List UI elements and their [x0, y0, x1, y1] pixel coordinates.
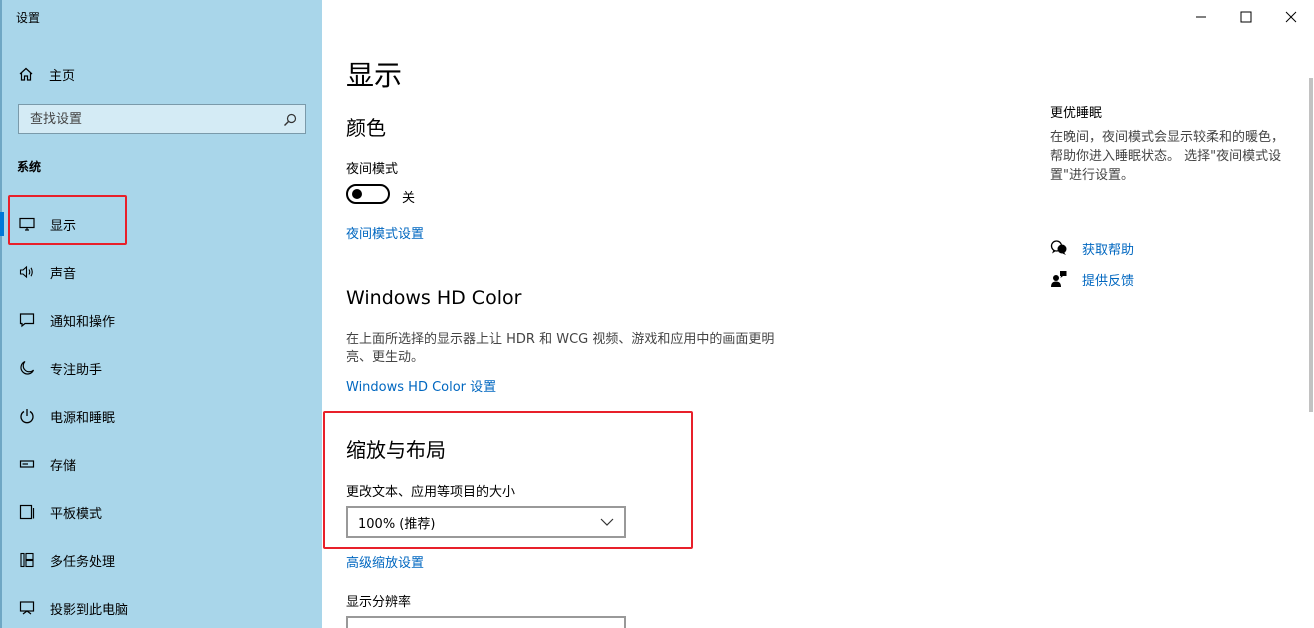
sidebar-item-label: 平板模式 — [50, 506, 103, 522]
tablet-icon — [18, 503, 36, 521]
sidebar-item-tablet-mode[interactable]: 平板模式 — [0, 488, 322, 536]
night-mode-state: 关 — [402, 191, 416, 206]
sidebar-item-notifications[interactable]: 通知和操作 — [0, 296, 322, 344]
get-help-label: 获取帮助 — [1082, 242, 1135, 258]
give-feedback-label: 提供反馈 — [1082, 273, 1135, 289]
sidebar-item-label: 专注助手 — [50, 362, 103, 378]
page-title: 显示 — [346, 59, 403, 92]
project-icon — [18, 599, 36, 617]
sidebar-item-storage[interactable]: 存储 — [0, 440, 322, 488]
hdr-description: 在上面所选择的显示器上让 HDR 和 WCG 视频、游戏和应用中的画面更明亮、更… — [346, 332, 775, 365]
sidebar-item-multitasking[interactable]: 多任务处理 — [0, 536, 322, 584]
section-heading-color: 颜色 — [346, 116, 386, 140]
multitask-icon — [18, 551, 36, 569]
toggle-knob — [352, 189, 362, 199]
section-heading-hdr: Windows HD Color — [346, 287, 522, 309]
sidebar-item-label: 存储 — [50, 458, 77, 474]
section-label-system: 系统 — [17, 160, 42, 174]
window-title: 设置 — [16, 11, 41, 25]
power-icon — [18, 407, 36, 425]
scrollbar[interactable] — [1309, 78, 1313, 412]
home-icon — [17, 65, 35, 83]
resolution-dropdown[interactable] — [346, 616, 626, 628]
message-icon — [18, 311, 36, 329]
advanced-scaling-link[interactable]: 高级缩放设置 — [346, 552, 424, 571]
night-mode-label: 夜间模式 — [346, 162, 399, 177]
highlight-box-display — [8, 195, 127, 245]
night-mode-toggle[interactable] — [346, 184, 390, 204]
sidebar-item-label: 电源和睡眠 — [50, 410, 116, 426]
resolution-label: 显示分辨率 — [346, 595, 412, 610]
speaker-icon — [18, 263, 36, 281]
get-help-link[interactable]: 获取帮助 — [1050, 238, 1134, 258]
highlight-box-scale — [323, 411, 693, 549]
sidebar-item-label: 通知和操作 — [50, 314, 116, 330]
give-feedback-link[interactable]: 提供反馈 — [1050, 269, 1134, 289]
storage-icon — [18, 455, 36, 473]
hdr-settings-link[interactable]: Windows HD Color 设置 — [346, 376, 496, 395]
related-description: 在晚间，夜间模式会显示较柔和的暖色，帮助你进入睡眠状态。 选择"夜间模式设置"进… — [1050, 130, 1285, 183]
sidebar: 设置 主页 系统 显示 声音 通知和操作 专注助手 — [0, 0, 322, 628]
moon-icon — [18, 359, 36, 377]
sidebar-item-label: 多任务处理 — [50, 554, 116, 570]
feedback-icon — [1050, 270, 1068, 288]
sidebar-item-label: 投影到此电脑 — [50, 602, 129, 618]
night-mode-settings-link[interactable]: 夜间模式设置 — [346, 223, 424, 242]
sidebar-item-power-sleep[interactable]: 电源和睡眠 — [0, 392, 322, 440]
sidebar-item-sound[interactable]: 声音 — [0, 248, 322, 296]
sidebar-item-project[interactable]: 投影到此电脑 — [0, 584, 322, 628]
related-title: 更优睡眠 — [1050, 106, 1103, 121]
search-box[interactable] — [18, 104, 306, 134]
sidebar-item-label: 声音 — [50, 266, 77, 282]
search-input[interactable] — [19, 105, 269, 133]
main-content: 显示 颜色 夜间模式 关 夜间模式设置 Windows HD Color 在上面… — [322, 0, 1314, 628]
help-chat-icon — [1050, 239, 1068, 257]
sidebar-home-label: 主页 — [49, 68, 76, 84]
search-icon[interactable] — [283, 112, 297, 126]
sidebar-home[interactable]: 主页 — [17, 62, 75, 86]
sidebar-item-focus-assist[interactable]: 专注助手 — [0, 344, 322, 392]
